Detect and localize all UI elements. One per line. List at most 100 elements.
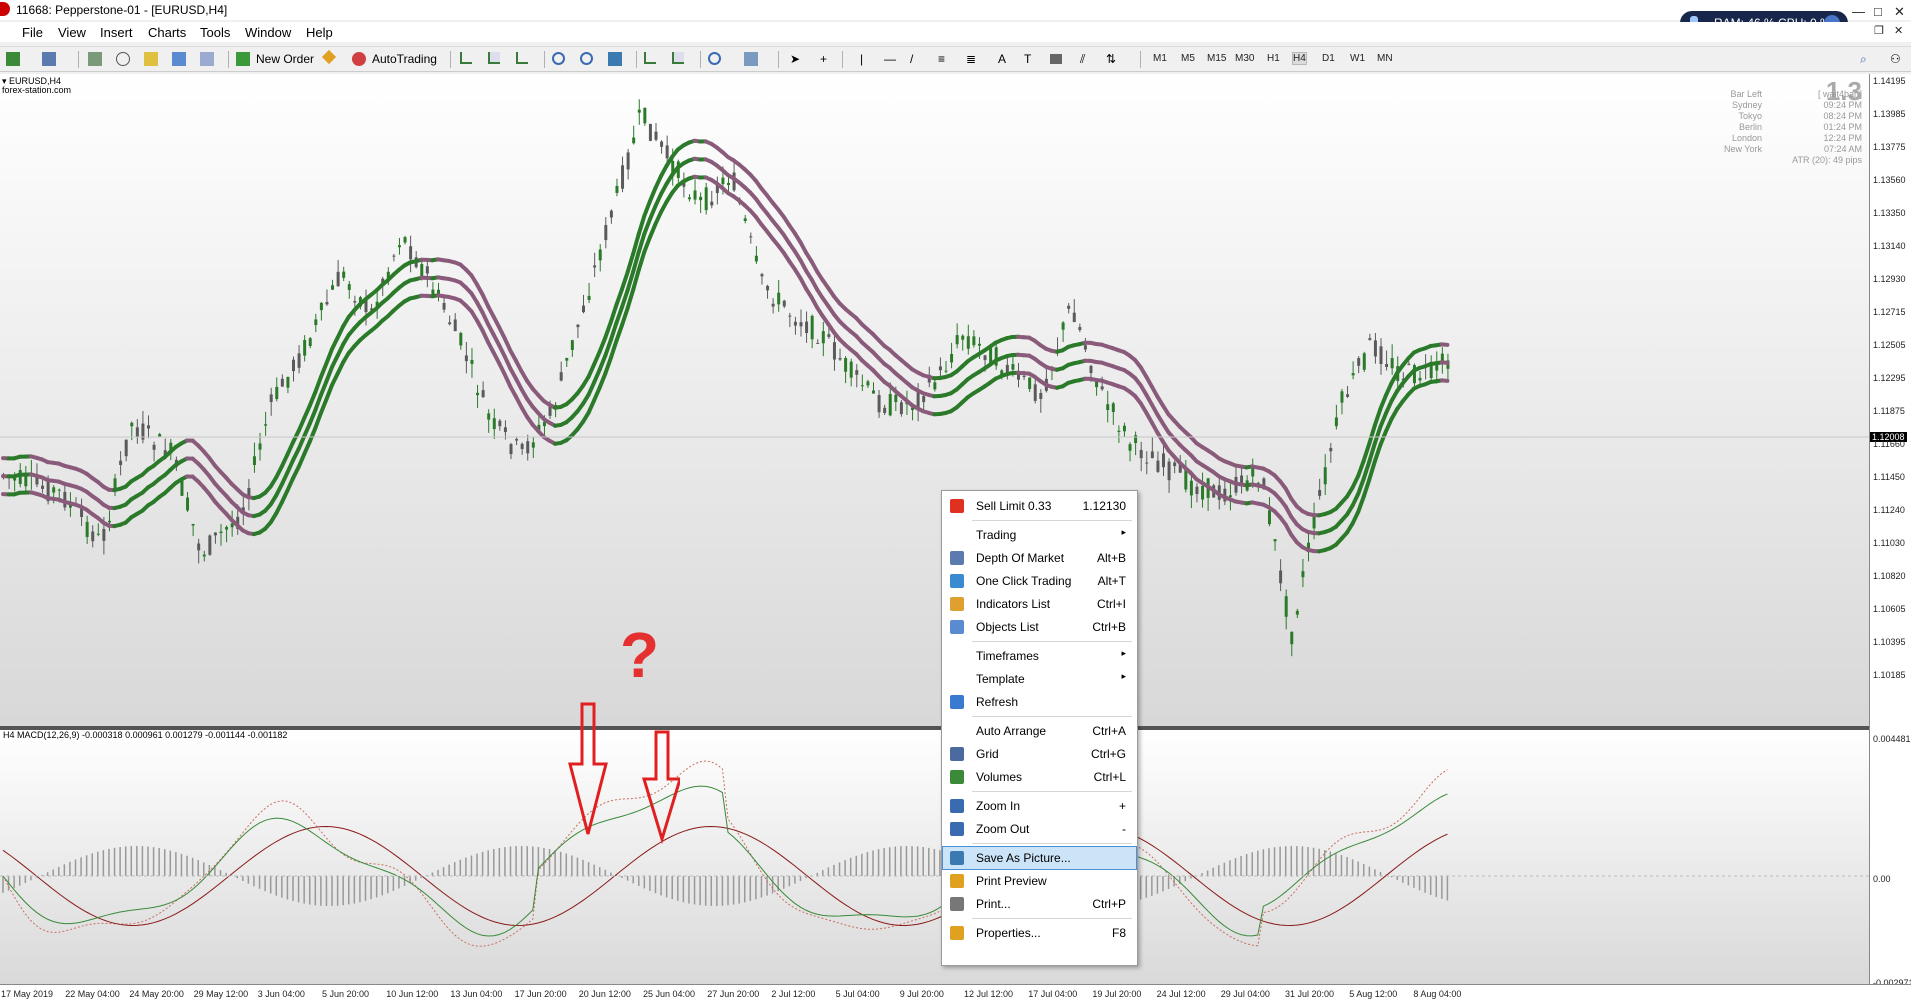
candle-body xyxy=(772,304,775,307)
timeframe-m15[interactable]: M15 xyxy=(1207,53,1226,64)
candle-body xyxy=(325,302,328,304)
community-icon[interactable]: ⚇ xyxy=(1890,52,1901,66)
candle-body xyxy=(125,440,128,457)
time-axis[interactable]: 17 May 201922 May 04:0024 May 20:0029 Ma… xyxy=(0,984,1911,1003)
menu-item-sell-limit-0-33[interactable]: Sell Limit 0.331.12130 xyxy=(943,495,1136,517)
menu-item-auto-arrange[interactable]: Auto ArrangeCtrl+A xyxy=(943,720,1136,742)
macd-panel[interactable] xyxy=(0,730,1869,990)
menu-window[interactable]: Window xyxy=(245,25,291,40)
candle-body xyxy=(599,250,602,261)
autoscroll-icon[interactable] xyxy=(644,52,656,64)
menu-item-zoom-in[interactable]: Zoom In+ xyxy=(943,795,1136,817)
rectangle-icon[interactable] xyxy=(1050,54,1062,64)
timeframe-w1[interactable]: W1 xyxy=(1350,53,1365,64)
price-tick-label: 1.12715 xyxy=(1873,307,1906,317)
autotrading-button[interactable]: AutoTrading xyxy=(372,52,437,66)
text-label-icon[interactable]: T xyxy=(1024,52,1031,66)
line-chart-icon[interactable] xyxy=(516,52,528,64)
text-tool-icon[interactable]: A xyxy=(998,52,1006,66)
fibonacci-icon[interactable]: ≣ xyxy=(966,52,976,66)
menu-item-zoom-out[interactable]: Zoom Out- xyxy=(943,818,1136,840)
menu-item-indicators-list[interactable]: Indicators ListCtrl+I xyxy=(943,593,1136,615)
tile-windows-icon[interactable] xyxy=(608,52,622,66)
terminal-icon[interactable] xyxy=(172,52,186,66)
price-axis[interactable]: 1.141951.139851.137751.135601.133501.131… xyxy=(1869,74,1911,990)
cursor-icon[interactable]: ➤ xyxy=(790,52,800,66)
templates-icon[interactable] xyxy=(744,52,758,66)
data-window-icon[interactable] xyxy=(116,52,130,66)
channel-tool-icon[interactable]: ⫽ xyxy=(1080,52,1085,67)
zoom-out-icon[interactable] xyxy=(580,52,593,65)
timeframe-h1[interactable]: H1 xyxy=(1267,53,1280,64)
chart-window[interactable]: H4 MACD(12,26,9) -0.000318 0.000961 0.00… xyxy=(0,74,1911,1002)
menu-view[interactable]: View xyxy=(58,25,86,40)
arrows-icon[interactable]: ⇅ xyxy=(1106,52,1116,66)
menu-item-print[interactable]: Print...Ctrl+P xyxy=(943,893,1136,915)
close-chart-icon[interactable]: ✕ xyxy=(1894,24,1903,37)
candle-body xyxy=(917,392,920,408)
menu-item-objects-list[interactable]: Objects ListCtrl+B xyxy=(943,616,1136,638)
maximize-icon[interactable]: □ xyxy=(1874,4,1882,19)
menu-item-one-click-trading[interactable]: One Click TradingAlt+T xyxy=(943,570,1136,592)
search-icon[interactable]: ⌕ xyxy=(1860,52,1867,67)
horizontal-line-icon[interactable]: — xyxy=(884,52,896,66)
timeframe-m5[interactable]: M5 xyxy=(1181,53,1195,64)
candle-body xyxy=(615,186,618,193)
zoom-in-icon[interactable] xyxy=(552,52,565,65)
candlestick-icon[interactable] xyxy=(488,52,500,64)
crosshair-icon[interactable]: + xyxy=(820,52,827,66)
menu-item-template[interactable]: Template▸ xyxy=(943,668,1136,690)
timeframe-m30[interactable]: M30 xyxy=(1235,53,1254,64)
menu-help[interactable]: Help xyxy=(306,25,333,40)
timeframe-h4[interactable]: H4 xyxy=(1293,53,1306,64)
candle-body xyxy=(1380,346,1383,364)
menu-item-refresh[interactable]: Refresh xyxy=(943,691,1136,713)
menu-file[interactable]: File xyxy=(22,25,43,40)
chart-shift-icon[interactable] xyxy=(672,52,684,64)
price-panel[interactable] xyxy=(0,74,1869,726)
menu-item-trading[interactable]: Trading▸ xyxy=(943,524,1136,546)
menu-item-print-preview[interactable]: Print Preview xyxy=(943,870,1136,892)
timeframe-mn[interactable]: MN xyxy=(1377,53,1393,64)
candle-body xyxy=(1357,358,1360,366)
candle-body xyxy=(1374,340,1377,356)
menu-charts[interactable]: Charts xyxy=(148,25,186,40)
candle-body xyxy=(225,527,228,530)
timeframe-d1[interactable]: D1 xyxy=(1322,53,1335,64)
new-chart-icon[interactable] xyxy=(6,52,20,66)
restore-chart-icon[interactable]: ❐ xyxy=(1874,24,1884,37)
candle-body xyxy=(214,533,217,536)
metaeditor-icon[interactable] xyxy=(322,50,336,64)
market-watch-icon[interactable] xyxy=(88,52,102,66)
price-tick-label: 1.13775 xyxy=(1873,142,1906,152)
vertical-line-icon[interactable]: | xyxy=(860,52,863,66)
strategy-tester-icon[interactable] xyxy=(200,52,214,66)
price-tick-label: 1.11660 xyxy=(1873,439,1905,449)
close-icon[interactable]: ✕ xyxy=(1894,4,1905,20)
menu-tools[interactable]: Tools xyxy=(200,25,230,40)
candle-body xyxy=(58,490,61,491)
channel-icon[interactable]: ≡ xyxy=(938,52,945,66)
autotrading-icon[interactable] xyxy=(352,52,366,66)
trendline-icon[interactable]: / xyxy=(910,52,913,66)
menu-item-depth-of-market[interactable]: Depth Of MarketAlt+B xyxy=(943,547,1136,569)
price-tick-label: 1.13985 xyxy=(1873,109,1906,119)
new-order-button[interactable]: New Order xyxy=(256,52,314,66)
menu-item-properties[interactable]: Properties...F8 xyxy=(943,922,1136,944)
menu-item-grid[interactable]: GridCtrl+G xyxy=(943,743,1136,765)
info-key: Bar Left xyxy=(1730,89,1762,99)
profiles-icon[interactable] xyxy=(42,52,56,66)
candle-body xyxy=(275,387,278,399)
menu-item-volumes[interactable]: VolumesCtrl+L xyxy=(943,766,1136,788)
menu-item-save-as-picture[interactable]: Save As Picture... xyxy=(943,847,1136,869)
new-order-icon[interactable] xyxy=(236,52,250,66)
bar-chart-icon[interactable] xyxy=(460,52,472,64)
ma-band-segment xyxy=(1358,461,1364,476)
periods-icon[interactable] xyxy=(708,52,721,65)
timeframe-m1[interactable]: M1 xyxy=(1153,53,1167,64)
minimize-icon[interactable]: — xyxy=(1852,4,1865,19)
navigator-icon[interactable] xyxy=(144,52,158,66)
menu-insert[interactable]: Insert xyxy=(100,25,133,40)
menu-item-timeframes[interactable]: Timeframes▸ xyxy=(943,645,1136,667)
candle-body xyxy=(660,142,663,147)
